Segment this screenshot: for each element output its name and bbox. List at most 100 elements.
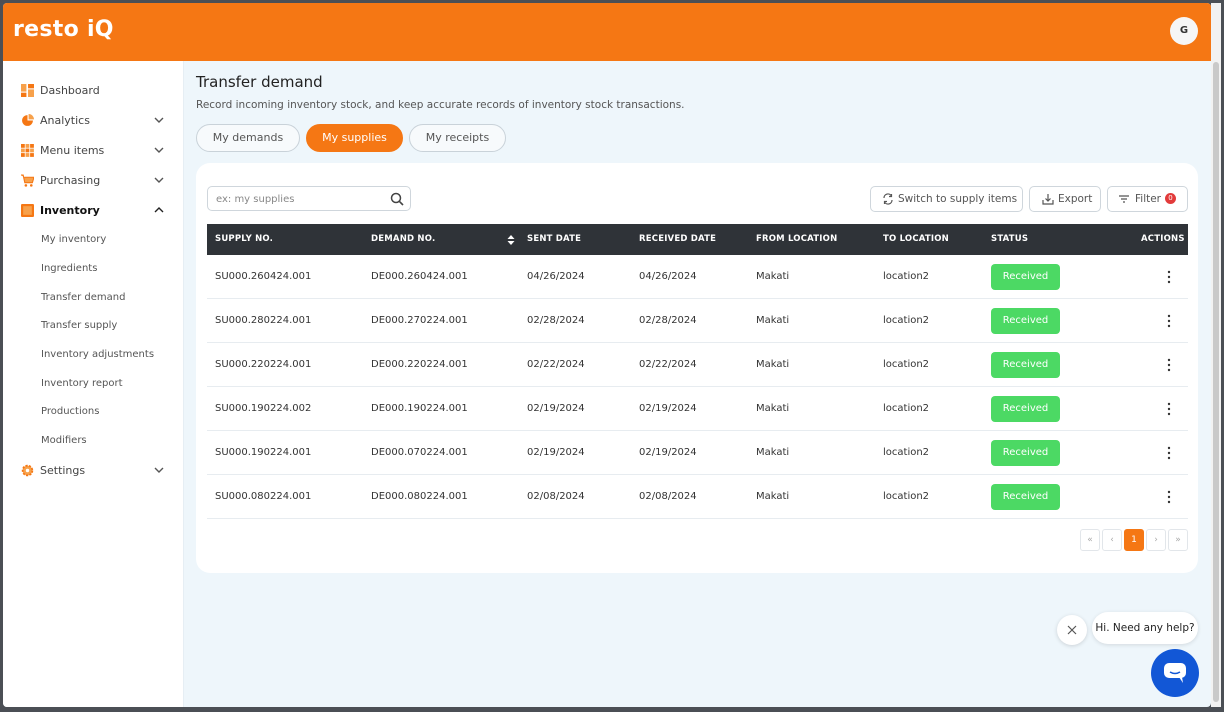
sidebar-item-label: Inventory xyxy=(40,203,100,217)
cell-from-location: Makati xyxy=(756,403,790,414)
table-row[interactable]: SU000.190224.002 DE000.190224.001 02/19/… xyxy=(207,387,1188,431)
pagination-last-button[interactable]: » xyxy=(1168,529,1188,551)
filter-count-badge: 0 xyxy=(1165,193,1176,204)
status-badge: Received xyxy=(991,440,1060,466)
cell-received-date: 02/08/2024 xyxy=(639,491,697,502)
table-row[interactable]: SU000.220224.001 DE000.220224.001 02/22/… xyxy=(207,343,1188,387)
cell-demand-no: DE000.270224.001 xyxy=(371,315,468,326)
user-avatar[interactable]: G xyxy=(1170,17,1198,45)
column-header-to-location[interactable]: TO LOCATION xyxy=(883,224,949,255)
scrollbar-thumb[interactable] xyxy=(1213,62,1219,702)
column-header-demand-no[interactable]: DEMAND NO. xyxy=(371,224,435,255)
search-input[interactable] xyxy=(216,191,376,207)
pagination-page-1[interactable]: 1 xyxy=(1124,529,1144,551)
tab-my-supplies[interactable]: My supplies xyxy=(306,124,403,152)
sidebar-subitem-inventory-adjustments[interactable]: Inventory adjustments xyxy=(41,344,181,364)
sidebar-item-dashboard[interactable]: Dashboard xyxy=(3,77,184,103)
cell-sent-date: 02/22/2024 xyxy=(527,359,585,370)
sidebar-item-label: Settings xyxy=(40,463,86,477)
column-header-supply-no[interactable]: SUPPLY NO. xyxy=(215,224,273,255)
gear-icon xyxy=(21,464,34,476)
cell-sent-date: 02/08/2024 xyxy=(527,491,585,502)
cell-supply-no: SU000.190224.001 xyxy=(215,447,312,458)
sidebar-subitem-ingredients[interactable]: Ingredients xyxy=(41,258,181,278)
sidebar-item-analytics[interactable]: Analytics xyxy=(3,107,184,133)
pagination-next-button[interactable]: › xyxy=(1146,529,1166,551)
switch-label: Switch to supply items xyxy=(898,193,1018,205)
cell-demand-no: DE000.220224.001 xyxy=(371,359,468,370)
sidebar-item-settings[interactable]: Settings xyxy=(3,457,184,483)
column-header-sent-date[interactable]: SENT DATE xyxy=(527,224,581,255)
chat-icon xyxy=(1164,663,1186,683)
sidebar-item-purchasing[interactable]: Purchasing xyxy=(3,167,184,193)
more-actions-icon[interactable] xyxy=(1164,269,1174,285)
cell-to-location: location2 xyxy=(883,315,930,326)
chevron-down-icon xyxy=(154,177,164,183)
cart-icon xyxy=(21,174,34,187)
cell-from-location: Makati xyxy=(756,315,790,326)
column-header-from-location[interactable]: FROM LOCATION xyxy=(756,224,837,255)
chat-dismiss-button[interactable] xyxy=(1057,615,1087,645)
chevron-down-icon xyxy=(154,147,164,153)
table-row[interactable]: SU000.190224.001 DE000.070224.001 02/19/… xyxy=(207,431,1188,475)
column-header-status[interactable]: STATUS xyxy=(991,224,1028,255)
column-header-received-date[interactable]: RECEIVED DATE xyxy=(639,224,716,255)
cell-from-location: Makati xyxy=(756,447,790,458)
sidebar-item-label: Dashboard xyxy=(40,83,100,97)
sidebar-subitem-inventory-report[interactable]: Inventory report xyxy=(41,373,181,393)
more-actions-icon[interactable] xyxy=(1164,357,1174,373)
chevron-down-icon xyxy=(154,117,164,123)
switch-to-supply-items-button[interactable]: Switch to supply items xyxy=(870,186,1023,212)
chat-greeting[interactable]: Hi. Need any help? xyxy=(1092,612,1198,644)
sort-icon[interactable] xyxy=(507,235,515,245)
sidebar-item-menu-items[interactable]: Menu items xyxy=(3,137,184,163)
sidebar-item-label: Menu items xyxy=(40,143,105,157)
sidebar: Dashboard Analytics Menu items Purchasin… xyxy=(3,61,184,707)
cell-demand-no: DE000.070224.001 xyxy=(371,447,468,458)
inventory-icon xyxy=(21,203,34,217)
app-window: resto iQ G Dashboard Analytics Menu item xyxy=(3,3,1211,707)
swap-icon xyxy=(883,193,893,205)
cell-supply-no: SU000.280224.001 xyxy=(215,315,312,326)
cell-demand-no: DE000.190224.001 xyxy=(371,403,468,414)
cell-sent-date: 02/28/2024 xyxy=(527,315,585,326)
more-actions-icon[interactable] xyxy=(1164,489,1174,505)
more-actions-icon[interactable] xyxy=(1164,313,1174,329)
top-bar: resto iQ G xyxy=(3,3,1211,61)
tab-my-demands[interactable]: My demands xyxy=(196,124,300,152)
cell-received-date: 02/28/2024 xyxy=(639,315,697,326)
export-button[interactable]: Export xyxy=(1029,186,1101,212)
tab-my-receipts[interactable]: My receipts xyxy=(409,124,506,152)
menu-items-icon xyxy=(21,143,34,157)
cell-received-date: 02/19/2024 xyxy=(639,447,697,458)
pagination-prev-button[interactable]: ‹ xyxy=(1102,529,1122,551)
cell-supply-no: SU000.190224.002 xyxy=(215,403,312,414)
pagination-first-button[interactable]: « xyxy=(1080,529,1100,551)
table-row[interactable]: SU000.260424.001 DE000.260424.001 04/26/… xyxy=(207,255,1188,299)
chat-launcher-button[interactable] xyxy=(1151,649,1199,697)
table-row[interactable]: SU000.280224.001 DE000.270224.001 02/28/… xyxy=(207,299,1188,343)
sidebar-subitem-transfer-supply[interactable]: Transfer supply xyxy=(41,315,181,335)
table-row[interactable]: SU000.080224.001 DE000.080224.001 02/08/… xyxy=(207,475,1188,519)
cell-received-date: 04/26/2024 xyxy=(639,271,697,282)
more-actions-icon[interactable] xyxy=(1164,401,1174,417)
cell-from-location: Makati xyxy=(756,271,790,282)
sidebar-item-inventory[interactable]: Inventory xyxy=(3,197,184,223)
cell-demand-no: DE000.260424.001 xyxy=(371,271,468,282)
sidebar-subitem-transfer-demand[interactable]: Transfer demand xyxy=(41,287,181,307)
sidebar-subitem-modifiers[interactable]: Modifiers xyxy=(41,430,181,450)
sidebar-subitem-my-inventory[interactable]: My inventory xyxy=(41,229,181,249)
search-icon[interactable] xyxy=(390,192,404,206)
close-icon xyxy=(1067,625,1077,635)
export-label: Export xyxy=(1058,193,1093,205)
search-box xyxy=(207,186,411,211)
more-actions-icon[interactable] xyxy=(1164,445,1174,461)
filter-icon xyxy=(1119,195,1129,203)
cell-to-location: location2 xyxy=(883,447,930,458)
table-header: SUPPLY NO. DEMAND NO. SENT DATE RECEIVED… xyxy=(207,224,1188,255)
sidebar-subitem-productions[interactable]: Productions xyxy=(41,401,181,421)
brand-logo[interactable]: resto iQ xyxy=(13,17,114,42)
cell-supply-no: SU000.220224.001 xyxy=(215,359,312,370)
cell-sent-date: 02/19/2024 xyxy=(527,403,585,414)
cell-received-date: 02/22/2024 xyxy=(639,359,697,370)
